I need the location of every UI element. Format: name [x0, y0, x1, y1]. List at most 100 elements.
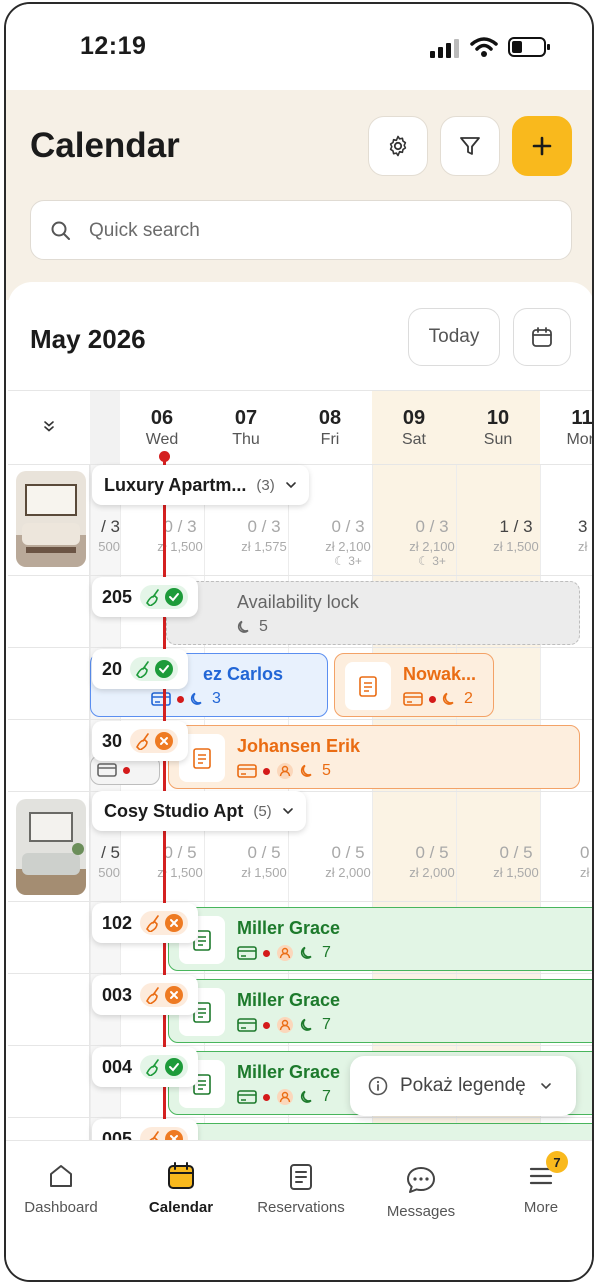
- home-icon: [50, 1165, 72, 1187]
- unit-chip[interactable]: 004: [92, 1047, 199, 1087]
- chevron-down-icon: [285, 482, 296, 489]
- settings-button[interactable]: [368, 116, 428, 176]
- day-weekday: Wed: [145, 431, 179, 448]
- availability-lock-block[interactable]: Availability lock 5: [166, 581, 580, 645]
- availability-cell[interactable]: 1 / 3 zł 1,500: [474, 517, 558, 554]
- unit-chip[interactable]: 003: [92, 975, 199, 1015]
- moon-icon: [300, 1018, 312, 1031]
- day-header[interactable]: 08 Fri: [288, 391, 372, 465]
- status-dot: [263, 949, 270, 957]
- day-weekday: Mon: [566, 431, 592, 448]
- chevron-down-icon: [540, 1083, 551, 1090]
- property-group-chip[interactable]: Cosy Studio Apt (5): [92, 791, 306, 831]
- unit-label: 102: [102, 912, 133, 933]
- moon-icon: [442, 692, 454, 705]
- availability-cell[interactable]: 0 / 3 zł 2,100 ☾ 3+: [390, 517, 474, 568]
- availability-cell[interactable]: 0 / 5 zł 1,500: [138, 843, 222, 880]
- reservation-meta: [97, 762, 130, 778]
- reservation-block[interactable]: Miller Grace 7: [168, 979, 592, 1043]
- filter-icon: [460, 137, 480, 155]
- reservation-block[interactable]: Miller Grace 7: [168, 907, 592, 971]
- availability-cell[interactable]: 0 / 5 zł 1,500: [222, 843, 306, 880]
- availability-count: 0 / 5: [499, 843, 533, 862]
- unit-chip[interactable]: 102: [92, 903, 199, 943]
- availability-count: 0 / 5: [163, 843, 197, 862]
- tab-calendar[interactable]: Calendar: [126, 1159, 236, 1216]
- availability-cell[interactable]: 3 zł 1,5: [558, 517, 592, 554]
- tab-reservations[interactable]: Reservations: [246, 1159, 356, 1216]
- unit-chip[interactable]: 205: [92, 577, 199, 617]
- moon-icon: [300, 1090, 312, 1103]
- availability-price: zł 1,575: [241, 539, 287, 554]
- availability-cell[interactable]: 0 / 3 zł 1,575: [222, 517, 306, 554]
- broom-icon: [136, 733, 149, 750]
- tab-dashboard[interactable]: Dashboard: [6, 1159, 116, 1216]
- status-dot: [177, 695, 184, 703]
- reservation-meta: 5: [237, 618, 268, 636]
- row-divider: [8, 575, 592, 576]
- availability-cell[interactable]: / 5 500: [70, 843, 120, 880]
- reservation-name: Johansen Erik: [237, 736, 361, 756]
- availability-cell[interactable]: 0 / 3 zł 1,500: [138, 517, 222, 554]
- reservation-name: Miller Grace: [237, 990, 341, 1010]
- guest-icon: [277, 945, 293, 961]
- property-name: Luxury Apartm...: [104, 474, 247, 495]
- search-input[interactable]: Quick search: [30, 200, 572, 260]
- broom-icon: [146, 915, 159, 932]
- reservation-meta: 3: [151, 690, 221, 708]
- broom-icon: [146, 589, 159, 606]
- today-button[interactable]: Today: [408, 308, 500, 366]
- reservation-block[interactable]: Nowak... 2: [334, 653, 494, 717]
- reservation-name: Miller Grace: [237, 918, 341, 938]
- property-group-chip[interactable]: Luxury Apartm... (3): [92, 465, 309, 505]
- availability-price: zł 1,500: [241, 865, 287, 880]
- search-icon: [51, 221, 70, 240]
- date-picker-button[interactable]: [513, 308, 571, 366]
- day-header[interactable]: 07 Thu: [204, 391, 288, 465]
- availability-cell[interactable]: / 3 500: [70, 517, 120, 554]
- day-header[interactable]: 10 Sun: [456, 391, 540, 465]
- chevron-double-down-icon: [44, 421, 54, 432]
- reservation-block[interactable]: Johansen Erik 5: [168, 725, 580, 789]
- day-header[interactable]: 09 Sat: [372, 391, 456, 465]
- availability-count: 0: [580, 843, 590, 862]
- broom-icon: [136, 661, 149, 678]
- broom-icon: [146, 987, 159, 1004]
- add-button[interactable]: [512, 116, 572, 176]
- calendar-icon: [168, 1162, 194, 1189]
- reservation-name: Miller Grace: [237, 1062, 341, 1082]
- collapse-all-button[interactable]: [8, 391, 90, 465]
- tab-label: Messages: [386, 1203, 456, 1220]
- availability-cell[interactable]: 0 / 3 zł 2,100 ☾ 3+: [306, 517, 390, 568]
- min-stay: ☾ 3+: [418, 554, 446, 568]
- wifi-icon: [470, 37, 498, 57]
- unit-chip[interactable]: 005: [92, 1119, 199, 1142]
- availability-price: zł 1,500: [157, 865, 203, 880]
- reservation-meta: 5: [237, 762, 331, 780]
- card-icon: [237, 1090, 257, 1104]
- unit-chip[interactable]: 30: [92, 721, 189, 761]
- day-number: 08: [318, 407, 342, 429]
- info-icon: [368, 1076, 388, 1096]
- availability-count: 3: [578, 517, 588, 536]
- tab-more[interactable]: 7 More: [486, 1151, 592, 1216]
- availability-cell[interactable]: 0 / 5 zł 2,000: [306, 843, 390, 880]
- legend-label: Pokaż legendę: [400, 1075, 526, 1096]
- tab-messages[interactable]: Messages: [366, 1163, 476, 1220]
- reservation-name: Availability lock: [237, 592, 359, 612]
- availability-cell[interactable]: 0 / 5 zł 2,000: [390, 843, 474, 880]
- card-icon: [237, 946, 257, 960]
- status-bar: 12:19: [6, 4, 592, 90]
- unit-chip[interactable]: 20: [92, 649, 189, 689]
- availability-cell[interactable]: 0 / 5 zł 1,500: [474, 843, 558, 880]
- reservation-meta: 2: [403, 690, 473, 708]
- row-divider: [8, 647, 592, 648]
- tab-label: Calendar: [148, 1199, 214, 1216]
- day-header[interactable]: 11 Mon: [540, 391, 592, 465]
- filter-button[interactable]: [440, 116, 500, 176]
- availability-price: zł 1,500: [493, 539, 539, 554]
- calendar-icon: [532, 327, 552, 347]
- availability-cell[interactable]: 0 zł 1,5: [558, 843, 592, 880]
- legend-button[interactable]: Pokaż legendę: [350, 1056, 576, 1116]
- cleaning-status: [140, 585, 189, 609]
